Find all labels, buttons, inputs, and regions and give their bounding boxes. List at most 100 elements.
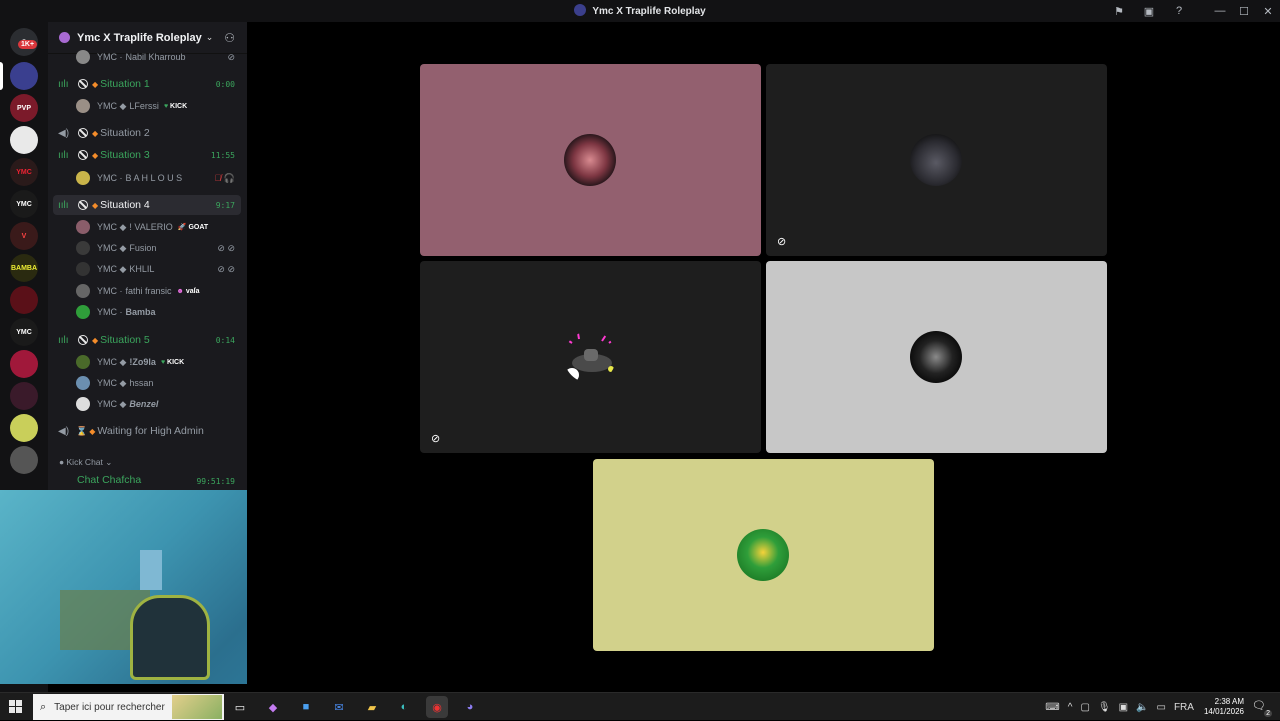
voice-user[interactable]: YMC · fathi fransic ☻ vaſa [76, 281, 241, 301]
voice-activity-icon: ıılı [58, 334, 69, 346]
voice-activity-icon: ıılı [58, 149, 69, 161]
voice-user[interactable]: YMC ◆ LFerssi ♥ KICK [76, 96, 241, 116]
voice-user[interactable]: YMC ◆ KHLIL ⊘ ⊘ [76, 259, 241, 279]
guild-name: Ymc X Traplife Roleplay [77, 31, 202, 44]
server-icon-gray[interactable] [10, 446, 38, 474]
server-icon-red[interactable]: YMC [10, 158, 38, 186]
channel-timer: 9:17 [215, 200, 235, 210]
channel-name: Situation 2 [100, 127, 150, 139]
diamond-icon: ◆ [92, 128, 99, 138]
selected-server-pill [0, 62, 3, 90]
avatar [565, 332, 615, 382]
network-icon[interactable]: ▢ [1080, 702, 1089, 713]
battery-icon[interactable]: ▭ [1157, 702, 1166, 713]
muted-video-off-icons: ⊘ ⊘ [217, 242, 235, 253]
language-indicator[interactable]: FRA [1174, 702, 1194, 713]
obs-icon[interactable]: ◉ [426, 696, 448, 718]
guild-boost-icon [59, 32, 70, 43]
participant-tile[interactable] [420, 64, 761, 256]
user-badge: ♥ KICK [163, 102, 188, 110]
server-icon-pink[interactable] [10, 350, 38, 378]
participant-tile[interactable]: ⊘ [766, 64, 1107, 256]
voice-user[interactable]: YMC · Bamba [76, 302, 241, 322]
chevron-down-icon: ⌄ [205, 32, 214, 42]
video-off-icon: ⊘ [777, 236, 787, 248]
avatar [76, 220, 90, 234]
avatar [910, 134, 962, 186]
category-kick-chat[interactable]: ● Kick Chat ⌄ [59, 457, 112, 468]
monitor-icon[interactable]: ▣ [1119, 702, 1128, 713]
voice-user[interactable]: YMC ◆ !Zo9la ♥ KICK [76, 352, 241, 372]
participant-tile[interactable] [766, 261, 1107, 453]
participant-tile[interactable] [593, 459, 934, 651]
minimize-button[interactable]: — [1208, 0, 1232, 22]
clock-time: 2:38 AM [1214, 697, 1244, 706]
taskbar-search-box[interactable]: ⌕ Taper ici pour rechercher [33, 694, 224, 720]
clock-date: 14/01/2026 [1203, 707, 1244, 716]
category-label: Kick Chat [66, 457, 103, 467]
server-icon-yellow[interactable] [10, 414, 38, 442]
notification-icon[interactable]: 🗨 2 [1252, 699, 1272, 717]
windows-start-icon[interactable] [9, 700, 22, 713]
channel-timer: 99:51:19 [196, 477, 235, 486]
inbox-icon[interactable]: ▣ [1134, 0, 1164, 22]
voice-user[interactable]: YMC ◆ hssan [76, 373, 241, 393]
outlook-icon[interactable]: ✉ [328, 696, 350, 718]
keyboard-icon[interactable]: ⌨ [1045, 702, 1059, 713]
edge-icon[interactable]: ◐ [393, 696, 415, 718]
diamond-icon: ◆ [92, 79, 99, 89]
inbox-flag-icon[interactable]: ⚑ [1104, 0, 1134, 22]
discord-icon[interactable]: ◕ [459, 696, 481, 718]
avatar [76, 355, 90, 369]
server-icon-ymc[interactable]: YMC [10, 190, 38, 218]
diamond-icon: ◆ [92, 150, 99, 160]
task-view-icon[interactable]: ▭ [229, 696, 251, 718]
help-icon[interactable]: ? [1164, 0, 1194, 22]
clock[interactable]: 2:38 AM 14/01/2026 [1204, 697, 1244, 717]
muted-video-off-icons: ⊘ ⊘ [217, 263, 235, 274]
microphone-icon[interactable]: 🎙 [1098, 702, 1111, 713]
voice-activity-icon: ıılı [58, 78, 69, 90]
voice-channel-situation-5[interactable]: ıılı ◆ Situation 5 0:14 [53, 330, 241, 350]
server-icon-otherside[interactable] [10, 382, 38, 410]
file-explorer-icon[interactable]: ▰ [361, 696, 383, 718]
channel-chat-chafcha[interactable]: Chat Chafcha [77, 474, 141, 486]
server-icon-pvp[interactable]: PVP [10, 94, 38, 122]
server-icon-white[interactable] [10, 126, 38, 154]
avatar [910, 331, 962, 383]
voice-user[interactable]: YMC · Nabil Kharroub ⊘ [76, 47, 241, 67]
voice-channel-situation-2[interactable]: ◀) ◆ Situation 2 [53, 123, 241, 143]
voice-user[interactable]: YMC · B A H L O U S 🎙̸ 🎧 [76, 168, 241, 188]
channel-timer: 0:14 [215, 335, 235, 345]
chevron-up-icon[interactable]: ^ [1068, 702, 1073, 713]
server-icon-crest[interactable] [10, 286, 38, 314]
user-name: fathi fransic [125, 286, 172, 296]
search-highlight-image [172, 695, 222, 719]
channel-sidebar: Ymc X Traplife Roleplay ⌄ ⚇ YMC · Nabil … [48, 22, 247, 490]
voice-user[interactable]: YMC ◆ Benzel [76, 394, 241, 414]
user-name: Fusion [129, 243, 157, 253]
server-icon-ymc-2[interactable]: YMC [10, 318, 38, 346]
maximize-button[interactable]: ☐ [1232, 0, 1256, 22]
copilot-icon[interactable]: ◆ [262, 696, 284, 718]
participant-tile[interactable]: ⊘ [420, 261, 761, 453]
voice-user[interactable]: YMC ◆ ! VALERIO 🚀 GOAT [76, 217, 241, 237]
voice-channel-situation-1[interactable]: ıılı ◆ Situation 1 0:00 [53, 74, 241, 94]
server-icon-ymc-traplife[interactable] [10, 62, 38, 90]
voice-user[interactable]: YMC ◆ Fusion ⊘ ⊘ [76, 238, 241, 258]
hourglass-icon: ⌛ [76, 425, 88, 436]
video-off-icon: ⊘ [431, 433, 441, 445]
server-icon-bamba[interactable]: BAMBA [10, 254, 38, 282]
voice-channel-waiting[interactable]: ◀) ⌛ ◆ Waiting for High Admin [53, 421, 241, 441]
voice-channel-situation-3[interactable]: ıılı ◆ Situation 3 11:55 [53, 145, 241, 165]
volume-icon[interactable]: 🔈 [1136, 702, 1148, 713]
search-placeholder: Taper ici pour rechercher [54, 701, 165, 713]
user-name: KHLIL [129, 264, 155, 274]
server-icon-v[interactable]: V [10, 222, 38, 250]
close-button[interactable]: ✕ [1256, 0, 1280, 22]
avatar [76, 305, 90, 319]
voice-channel-situation-4[interactable]: ıılı ◆ Situation 4 9:17 [53, 195, 241, 215]
invite-people-icon[interactable]: ⚇ [224, 31, 235, 45]
diamond-icon: ◆ [92, 200, 99, 210]
store-icon[interactable]: ■ [295, 696, 317, 718]
